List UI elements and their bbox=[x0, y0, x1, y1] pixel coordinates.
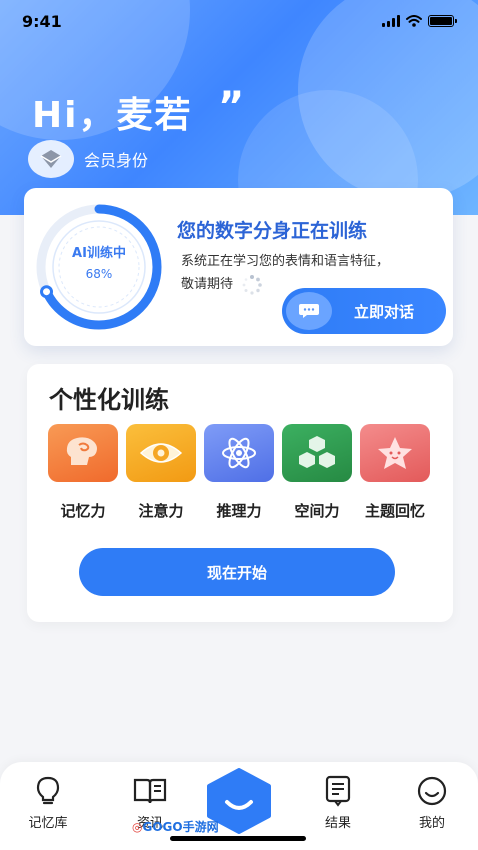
ring-title: AI训练中 bbox=[72, 246, 126, 261]
skill-list: 记忆力 注意力 推理力 空间力 主题回忆 bbox=[47, 424, 437, 524]
chat-bubble-icon bbox=[286, 292, 332, 330]
skill-spatial[interactable]: 空间力 bbox=[281, 424, 353, 521]
chat-now-label: 立即对话 bbox=[354, 302, 415, 321]
eye-icon bbox=[126, 424, 196, 482]
skill-reasoning[interactable]: 推理力 bbox=[203, 424, 275, 521]
home-indicator bbox=[170, 836, 306, 841]
member-status[interactable]: 会员身份 bbox=[28, 140, 148, 178]
skill-attention[interactable]: 注意力 bbox=[125, 424, 197, 521]
quote-mark: ” bbox=[218, 84, 245, 130]
greeting-title: Hi，麦若 bbox=[32, 95, 193, 136]
member-label: 会员身份 bbox=[84, 151, 149, 170]
ring-text: AI训练中 68% bbox=[34, 242, 164, 281]
status-icons bbox=[382, 15, 457, 27]
personal-training-title: 个性化训练 bbox=[49, 386, 169, 414]
training-title: 您的数字分身正在训练 bbox=[177, 220, 368, 242]
skill-memory-label: 记忆力 bbox=[60, 502, 106, 520]
watermark-text: GOGO手游网 bbox=[142, 820, 219, 834]
watermark: ◎GOGO手游网 bbox=[132, 820, 219, 834]
tab-profile-label: 我的 bbox=[418, 816, 445, 831]
cubes-icon bbox=[282, 424, 352, 482]
chat-now-button[interactable]: 立即对话 bbox=[282, 288, 446, 334]
tab-results[interactable]: 结果 bbox=[303, 774, 373, 831]
skill-theme-recall[interactable]: 主题回忆 bbox=[359, 424, 431, 521]
training-card: AI训练中 68% 您的数字分身正在训练 系统正在学习您的表情和语言特征， 敬请… bbox=[24, 188, 453, 346]
battery-icon bbox=[428, 15, 457, 27]
brain-icon bbox=[48, 424, 118, 482]
book-icon bbox=[115, 774, 185, 808]
start-now-button[interactable]: 现在开始 bbox=[79, 548, 395, 596]
tab-profile[interactable]: 我的 bbox=[397, 774, 467, 831]
star-icon bbox=[360, 424, 430, 482]
status-time: 9:41 bbox=[22, 12, 62, 31]
smile-icon bbox=[397, 774, 467, 808]
lightbulb-icon bbox=[13, 774, 83, 808]
signal-icon bbox=[382, 15, 400, 27]
status-bar: 9:41 bbox=[0, 0, 478, 44]
skill-spatial-label: 空间力 bbox=[294, 502, 340, 520]
wifi-icon bbox=[406, 15, 422, 27]
description-line-1: 系统正在学习您的表情和语言特征， bbox=[181, 254, 390, 269]
skill-theme-recall-label: 主题回忆 bbox=[364, 502, 425, 520]
personal-training-card: 个性化训练 记忆力 注意力 推理力 空间力 主题回忆 现在开始 bbox=[27, 364, 453, 622]
description-line-2-text: 敬请期待 bbox=[181, 277, 234, 292]
skill-attention-label: 注意力 bbox=[138, 502, 184, 520]
diamond-icon bbox=[28, 140, 74, 178]
progress-percent: 68% bbox=[85, 267, 113, 281]
tab-memory-library-label: 记忆库 bbox=[28, 816, 68, 831]
tab-memory-library[interactable]: 记忆库 bbox=[13, 774, 83, 831]
loading-spinner-icon bbox=[242, 274, 262, 295]
tab-results-label: 结果 bbox=[324, 816, 351, 831]
atom-icon bbox=[204, 424, 274, 482]
skill-reasoning-label: 推理力 bbox=[216, 502, 262, 520]
skill-memory[interactable]: 记忆力 bbox=[47, 424, 119, 521]
document-icon bbox=[303, 774, 373, 808]
